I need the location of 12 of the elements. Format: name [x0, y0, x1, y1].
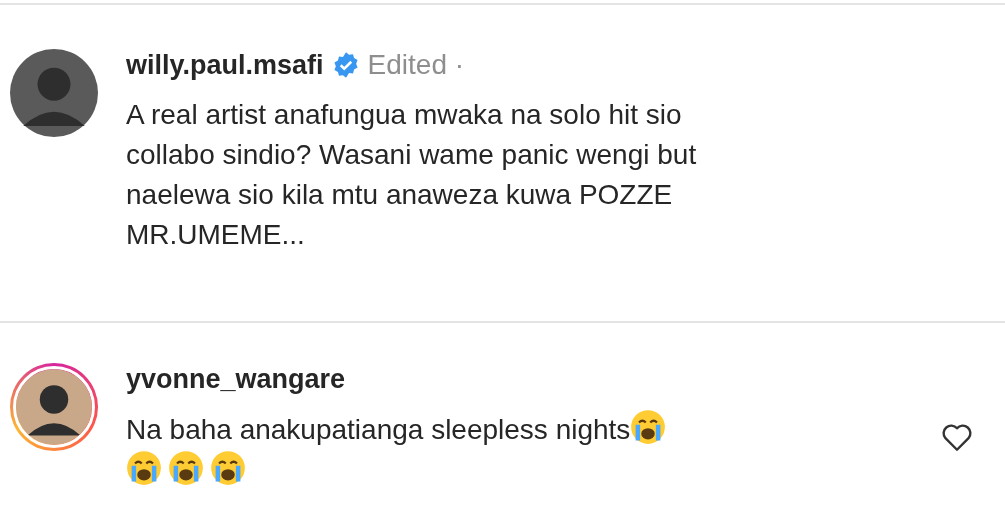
comment-text: Na baha anakupatianga sleepless nights [126, 409, 704, 491]
avatar-ring[interactable] [10, 49, 98, 137]
crying-face-icon [210, 450, 246, 486]
username[interactable]: yvonne_wangare [126, 363, 346, 395]
crying-face-icon [126, 450, 162, 486]
crying-face-icon [168, 450, 204, 486]
crying-face-icon [630, 409, 667, 445]
comment-text: A real artist anafungua mwaka na solo hit sio collabo sindio? Wasani wame panic wengi but naelewa sio kila mtu anaweza kuwa POZZE MR.UMEME... [126, 98, 698, 252]
avatar-icon [10, 49, 98, 137]
username[interactable]: willy.paul.msafi [126, 49, 324, 81]
edited-label: Edited · [367, 49, 465, 81]
avatar-icon [13, 366, 95, 448]
